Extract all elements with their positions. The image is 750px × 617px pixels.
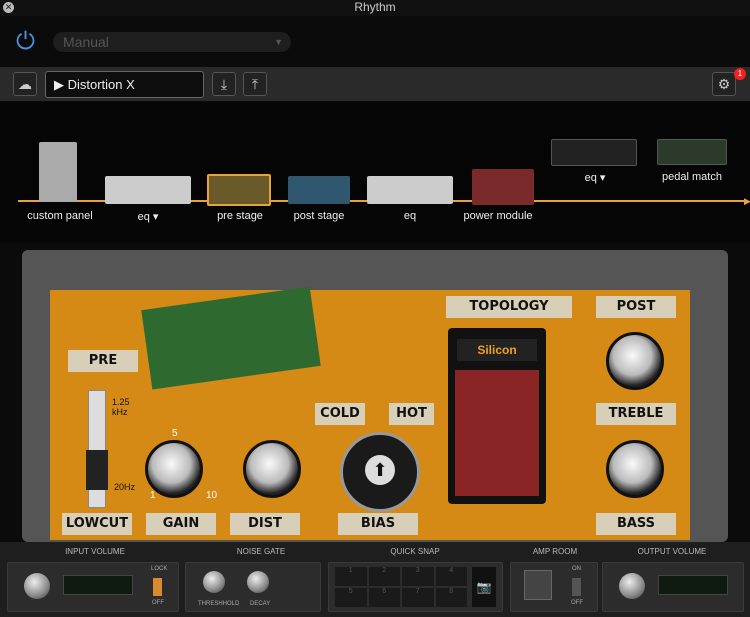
pre-label: PRE — [68, 350, 138, 372]
chain-label[interactable]: post stage — [282, 210, 356, 222]
snap-grid: 1 2 3 4 5 6 7 8 — [335, 567, 467, 607]
chevron-down-icon: ▼ — [274, 37, 283, 47]
chain-label[interactable]: pedal match — [652, 171, 732, 183]
lock-label: LOCK — [151, 566, 168, 572]
scale-max: 10 — [206, 490, 218, 501]
snap-slot[interactable]: 4 — [435, 567, 467, 586]
threshold-label: THRESHHOLD — [198, 601, 240, 607]
freq-low-label: 20Hz — [114, 482, 136, 492]
output-volume-knob[interactable] — [619, 573, 645, 599]
preset-name: Distortion X — [67, 77, 135, 92]
chain-label[interactable]: eq ▾ — [575, 171, 615, 184]
chain-post-stage-block[interactable] — [288, 176, 350, 204]
snap-slot[interactable]: 8 — [435, 588, 467, 607]
amp-room-toggle[interactable] — [572, 578, 581, 596]
snap-slot[interactable]: 1 — [335, 567, 367, 586]
save-icon[interactable]: ⤓ — [212, 72, 236, 96]
preset-mode-dropdown[interactable]: Manual ▼ — [53, 32, 291, 52]
input-volume-knob[interactable] — [24, 573, 50, 599]
arrow-up-icon: ⬆ — [365, 455, 395, 485]
treble-knob[interactable] — [606, 332, 664, 390]
chain-pre-stage-block[interactable] — [207, 174, 271, 206]
export-icon[interactable]: ⤒ — [243, 72, 267, 96]
chain-label[interactable]: power module — [455, 210, 541, 222]
noise-gate-title: NOISE GATE — [236, 547, 286, 556]
cold-label: COLD — [315, 403, 365, 425]
bass-knob[interactable] — [606, 440, 664, 498]
chain-custom-panel-block[interactable] — [39, 142, 77, 202]
amp-room-title: AMP ROOM — [532, 547, 578, 556]
snap-slot[interactable]: 3 — [402, 567, 434, 586]
post-label: POST — [596, 296, 676, 318]
chain-label[interactable]: eq — [390, 210, 430, 222]
dist-knob[interactable] — [243, 440, 301, 498]
chain-label[interactable]: custom panel — [20, 210, 100, 222]
output-meter — [658, 575, 728, 595]
threshold-knob[interactable] — [203, 571, 225, 593]
notification-badge: 1 — [734, 68, 746, 80]
amp-room-button[interactable] — [524, 570, 552, 600]
topology-label: TOPOLOGY — [446, 296, 572, 318]
chain-eq2-block[interactable] — [367, 176, 453, 204]
scale-mid: 5 — [172, 428, 178, 439]
bias-label: BIAS — [338, 513, 418, 535]
title-bar: Rhythm — [0, 0, 750, 16]
chain-label[interactable]: eq ▾ — [128, 210, 168, 223]
preset-browser[interactable]: ▶ Distortion X — [45, 71, 204, 98]
input-meter — [63, 575, 133, 595]
lock-off-label: OFF — [152, 600, 164, 606]
power-icon[interactable]: ⏻ — [16, 28, 44, 56]
output-volume-title: OUTPUT VOLUME — [637, 547, 707, 556]
preset-mode-value: Manual — [63, 34, 109, 50]
gain-label: GAIN — [146, 513, 216, 535]
window-title: Rhythm — [354, 0, 396, 14]
bass-label: BASS — [596, 513, 676, 535]
decay-knob[interactable] — [247, 571, 269, 593]
snap-slot[interactable]: 6 — [368, 588, 400, 607]
snap-slot[interactable]: 7 — [402, 588, 434, 607]
cloud-icon[interactable]: ☁ — [13, 72, 37, 96]
chain-eq3-block[interactable] — [551, 139, 637, 166]
quick-snap-title: QUICK SNAP — [390, 547, 440, 556]
topology-value: Silicon — [457, 339, 537, 361]
treble-label: TREBLE — [596, 403, 676, 425]
chain-pedal-match-block[interactable] — [657, 139, 727, 165]
lowcut-label: LOWCUT — [62, 513, 132, 535]
amp-room-off-label: OFF — [571, 600, 583, 606]
lowcut-slider-track[interactable] — [88, 390, 106, 508]
lowcut-slider-handle[interactable] — [86, 450, 108, 490]
chain-label[interactable]: pre stage — [205, 210, 275, 222]
close-icon[interactable]: ✕ — [3, 2, 14, 13]
arrow-icon: ▶ — [744, 196, 750, 206]
chain-eq-block[interactable] — [105, 176, 191, 204]
snap-slot[interactable]: 5 — [335, 588, 367, 607]
snap-slot[interactable]: 2 — [368, 567, 400, 586]
dist-label: DIST — [230, 513, 300, 535]
topology-circuit-image — [455, 370, 539, 496]
chain-power-module-block[interactable] — [472, 169, 534, 205]
lock-toggle[interactable] — [153, 578, 162, 596]
signal-chain — [0, 102, 750, 242]
camera-icon[interactable]: 📷 — [472, 567, 496, 607]
scale-min: 1 — [150, 490, 156, 501]
hot-label: HOT — [389, 403, 434, 425]
freq-high-label: 1.25 kHz — [112, 397, 130, 417]
gear-icon[interactable]: ⚙ — [712, 72, 736, 96]
amp-room-on-label: ON — [572, 566, 581, 572]
decay-label: DECAY — [250, 601, 271, 607]
input-volume-title: INPUT VOLUME — [65, 547, 125, 556]
